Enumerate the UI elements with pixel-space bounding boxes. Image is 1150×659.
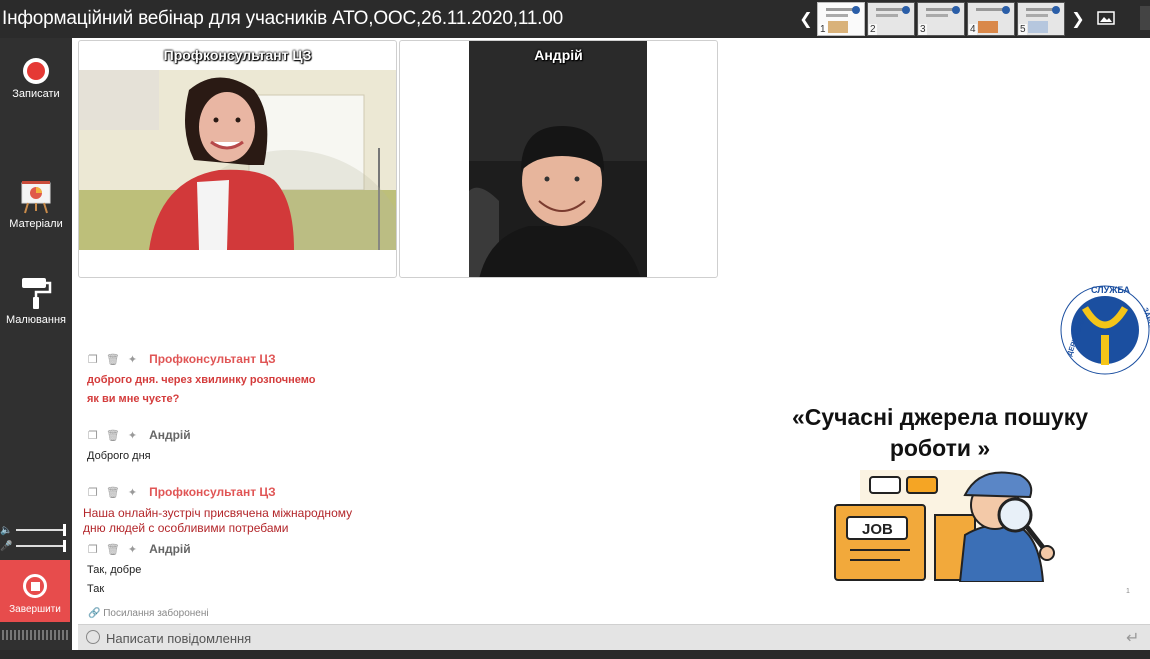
video-feed [469, 41, 647, 277]
image-icon[interactable] [1093, 6, 1119, 30]
emoji-icon[interactable] [86, 630, 100, 644]
presentation-slide: СЛУЖБА ДЕРЖАВНА ЗАЙНЯТОСТІ «Сучасні джер… [760, 280, 1150, 600]
links-disabled-text: Посилання заборонені [103, 608, 209, 619]
pin-icon[interactable]: ✦ [128, 353, 137, 366]
slide-heading-line: роботи » [889, 435, 991, 461]
message-input-bar: ↵ [78, 624, 1150, 650]
slide-thumbnail-number: 1 [819, 24, 827, 35]
chat-author: Андрій [149, 428, 191, 442]
webinar-title: Інформаційний вебінар для учасників АТО,… [2, 8, 563, 29]
record-button[interactable]: Записати [0, 58, 72, 100]
slide-heading-line: «Сучасні джерела пошуку [791, 404, 1089, 430]
chat-author: Андрій [149, 542, 191, 556]
materials-label: Матеріали [9, 218, 63, 230]
presentation-board-icon [20, 180, 52, 214]
trash-icon[interactable]: 🗑 [106, 353, 120, 366]
trash-icon[interactable]: 🗑 [106, 486, 120, 499]
chat-author: Профконсультант ЦЗ [149, 352, 276, 366]
video-tile-andrii[interactable]: Андрій [399, 40, 718, 278]
microphone-icon: 🎤 [0, 540, 13, 552]
slide-thumbnails-strip: ❮ 1 2 3 4 5 ❯ [795, 0, 1089, 38]
slide-thumbnail-number: 3 [919, 24, 927, 35]
slide-heading: «Сучасні джерела пошуку роботи » [760, 402, 1120, 464]
slide-thumbnail-number: 5 [1019, 24, 1027, 35]
job-search-illustration: JOB [834, 470, 1055, 582]
chevron-left-icon[interactable]: ❮ [795, 0, 817, 38]
slide-thumbnail-number: 2 [869, 24, 877, 35]
chat-message-header: ❐ 🗑 ✦ Профконсультант ЦЗ [88, 352, 276, 366]
copy-icon[interactable]: ❐ [88, 429, 98, 442]
chevron-right-icon[interactable]: ❯ [1067, 0, 1089, 38]
drawing-label: Малювання [5, 314, 67, 326]
trash-icon[interactable]: 🗑 [106, 543, 120, 556]
slide-thumbnail[interactable]: 2 [867, 2, 915, 36]
chat-panel: ❐ 🗑 ✦ Профконсультант ЦЗ доброго дня. че… [78, 340, 418, 625]
volume-slider[interactable]: 🔈 [0, 524, 72, 536]
speaker-icon: 🔈 [0, 524, 13, 536]
record-label: Записати [12, 88, 60, 100]
links-disabled-notice: 🔗 Посилання заборонені [88, 608, 209, 619]
job-sign-text: JOB [862, 521, 893, 538]
microphone-slider[interactable]: 🎤 [0, 540, 72, 552]
video-tile-consultant[interactable]: Профконсультант ЦЗ [78, 40, 397, 278]
chat-message-header: ❐ 🗑 ✦ Андрій [88, 542, 191, 556]
slide-thumbnail[interactable]: 1 [817, 2, 865, 36]
taskbar-strip [0, 650, 1150, 659]
chat-message-text: Доброго дня [87, 450, 151, 462]
copy-icon[interactable]: ❐ [88, 543, 98, 556]
copy-icon[interactable]: ❐ [88, 353, 98, 366]
pin-icon[interactable]: ✦ [128, 486, 137, 499]
copy-icon[interactable]: ❐ [88, 486, 98, 499]
chat-message-header: ❐ 🗑 ✦ Андрій [88, 428, 191, 442]
chat-message-text: як ви мне чуєте? [87, 393, 180, 405]
record-icon [23, 58, 49, 84]
materials-button[interactable]: Матеріали [0, 180, 72, 230]
chat-message-text: Так [87, 583, 105, 595]
pin-icon[interactable]: ✦ [128, 429, 137, 442]
chat-message-text: Наша онлайн-зустріч присвячена міжнародн… [83, 506, 353, 520]
slide-thumbnail[interactable]: 3 [917, 2, 965, 36]
slide-thumbnail-number: 4 [969, 24, 977, 35]
stop-icon [23, 574, 47, 598]
end-webinar-button[interactable]: Завершити [0, 560, 70, 622]
pin-icon[interactable]: ✦ [128, 543, 137, 556]
left-sidebar: Записати Матеріали Малювання 🔈 🎤 Заверши… [0, 38, 72, 659]
chat-message-text: дню людей с особливими потребами [83, 521, 289, 535]
video-participant-name: Андрій [534, 47, 583, 63]
chat-message-text: доброго дня. через хвилинку розпочнемо [87, 374, 316, 386]
logo-text-top: СЛУЖБА [1091, 285, 1130, 295]
trash-icon[interactable]: 🗑 [106, 429, 120, 442]
audio-level-meter [2, 630, 70, 640]
employment-service-logo: СЛУЖБА ДЕРЖАВНА ЗАЙНЯТОСТІ [1060, 285, 1150, 375]
slide-thumbnail[interactable]: 4 [967, 2, 1015, 36]
drawing-button[interactable]: Малювання [0, 276, 72, 326]
end-label: Завершити [9, 604, 61, 615]
link-icon: 🔗 [88, 608, 101, 619]
chat-message-text: Так, добре [87, 564, 142, 576]
window-control[interactable] [1140, 6, 1150, 30]
chat-message-header: ❐ 🗑 ✦ Профконсультант ЦЗ [88, 485, 276, 499]
slide-page-number: 1 [1126, 588, 1130, 595]
slide-thumbnail[interactable]: 5 [1017, 2, 1065, 36]
message-input[interactable] [106, 628, 1106, 648]
chat-author: Профконсультант ЦЗ [149, 485, 276, 499]
send-icon[interactable]: ↵ [1126, 628, 1146, 648]
video-participant-name: Профконсультант ЦЗ [163, 47, 312, 63]
video-feed [79, 70, 396, 250]
paint-roller-icon [20, 276, 52, 310]
